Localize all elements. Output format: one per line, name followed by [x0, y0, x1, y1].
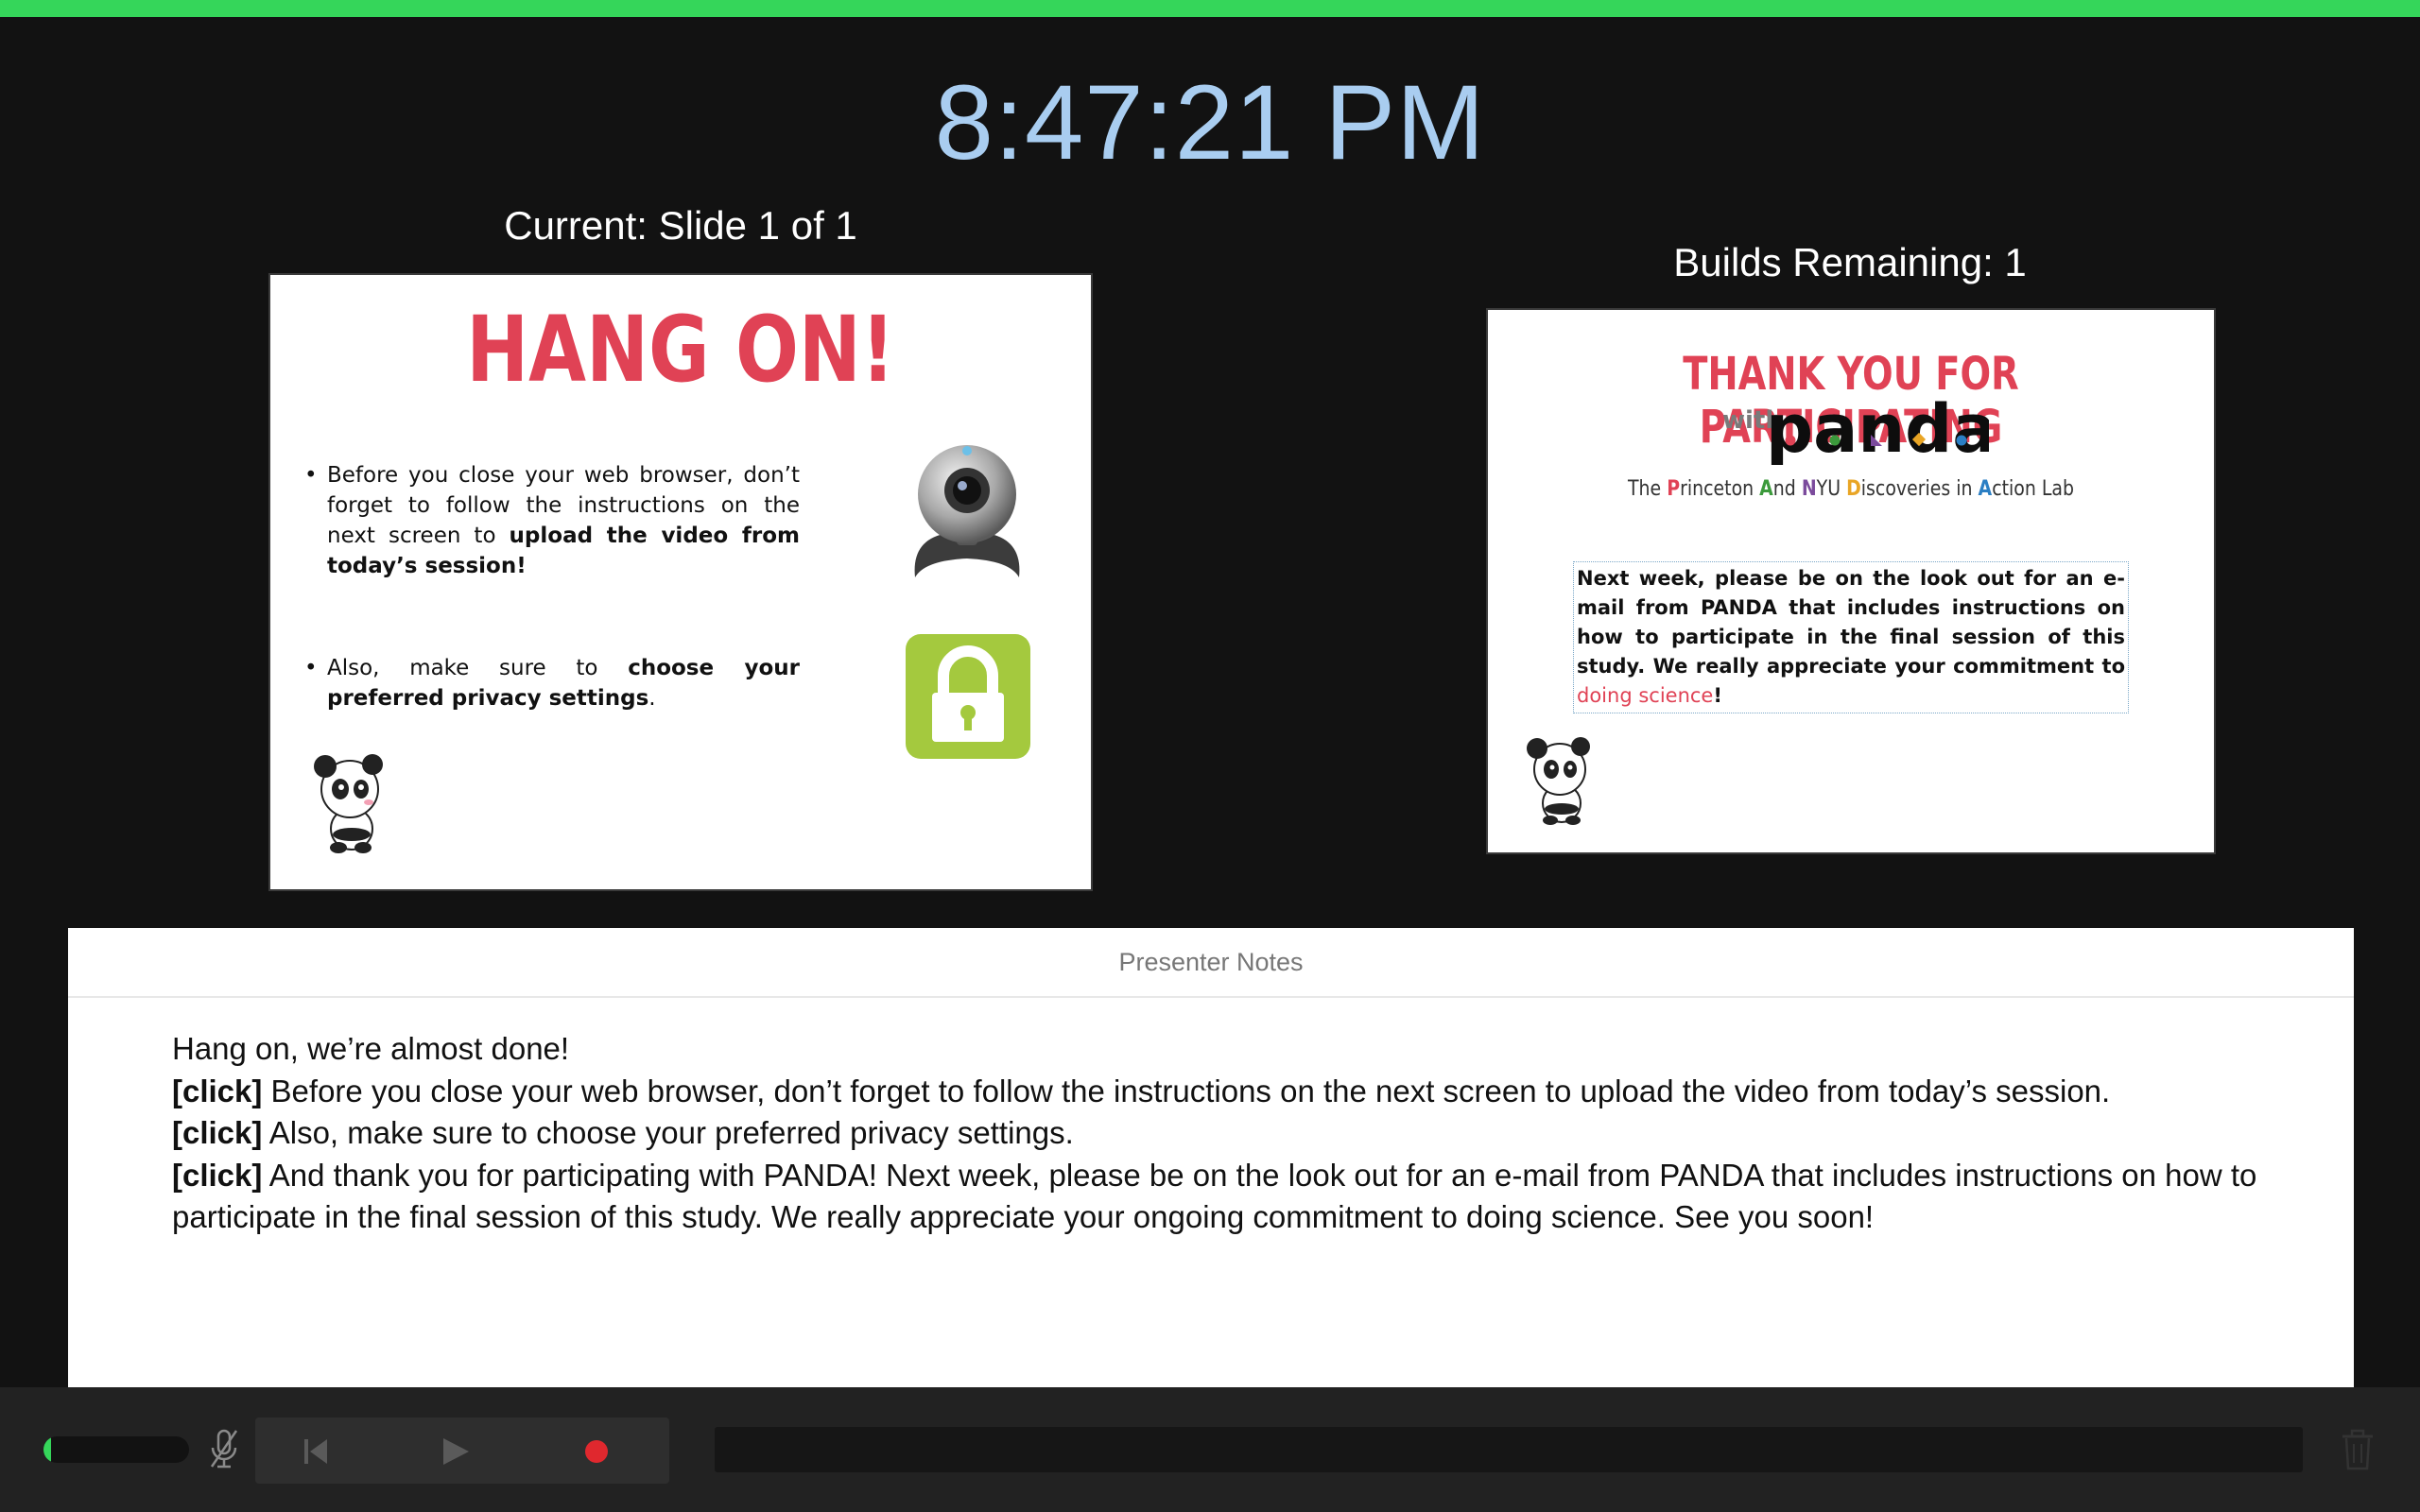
trash-icon[interactable] — [2339, 1427, 2377, 1472]
notes-line: [click] Also, make sure to choose your p… — [172, 1115, 1074, 1150]
bullet-marker: • — [304, 656, 318, 680]
recording-status-bar — [0, 0, 2420, 17]
playback-controls — [255, 1418, 669, 1484]
bullet-text-end: . — [648, 686, 656, 711]
bullet-text: Also, make sure to — [327, 656, 629, 680]
previous-icon[interactable] — [255, 1418, 359, 1484]
presenter-notes-text[interactable]: Hang on, we’re almost done! [click] Befo… — [172, 1028, 2308, 1239]
presenter-notes-header: Presenter Notes — [68, 928, 2354, 998]
mic-muted-icon[interactable] — [208, 1427, 240, 1472]
bullet-marker: • — [304, 463, 318, 488]
play-icon[interactable] — [401, 1418, 505, 1484]
panda-logo: panda — [1766, 397, 1989, 465]
panda-icon — [1527, 737, 1590, 825]
next-slide-body: Next week, please be on the look out for… — [1573, 561, 2129, 713]
slide-bullet-upload: • Before you close your web browser, don’… — [304, 460, 800, 581]
webcam-icon — [914, 445, 1020, 577]
builds-remaining-label: Builds Remaining: 1 — [1673, 240, 2027, 284]
audio-level-meter — [43, 1436, 189, 1463]
panda-icon — [314, 754, 383, 853]
slide-bullet-privacy: • Also, make sure to choose your preferre… — [304, 653, 800, 713]
presenter-notes-panel[interactable]: Presenter Notes Hang on, we’re almost do… — [68, 928, 2354, 1387]
current-slide: HANG ON! • Before you close your web brow… — [268, 273, 1093, 891]
notes-line: Hang on, we’re almost done! — [172, 1031, 570, 1066]
clock: 8:47:21 PM — [934, 63, 1486, 181]
notes-line: [click] Before you close your web browse… — [172, 1073, 2111, 1108]
notes-line: [click] And thank you for participating … — [172, 1157, 2257, 1235]
audio-level-fill — [43, 1436, 51, 1463]
recording-timeline[interactable] — [715, 1427, 2303, 1472]
lab-name: The Princeton And NYU Discoveries in Act… — [1627, 477, 2075, 501]
slide-title: HANG ON! — [466, 297, 895, 403]
next-slide: THANK YOU FOR PARTICIPATING with panda T… — [1486, 308, 2216, 854]
control-bar — [0, 1387, 2420, 1512]
current-slide-label: Current: Slide 1 of 1 — [504, 203, 857, 248]
lock-icon — [906, 634, 1030, 759]
doing-science-text: doing science — [1577, 684, 1714, 707]
logo-text: panda — [1766, 397, 1989, 465]
record-icon[interactable] — [544, 1418, 648, 1484]
